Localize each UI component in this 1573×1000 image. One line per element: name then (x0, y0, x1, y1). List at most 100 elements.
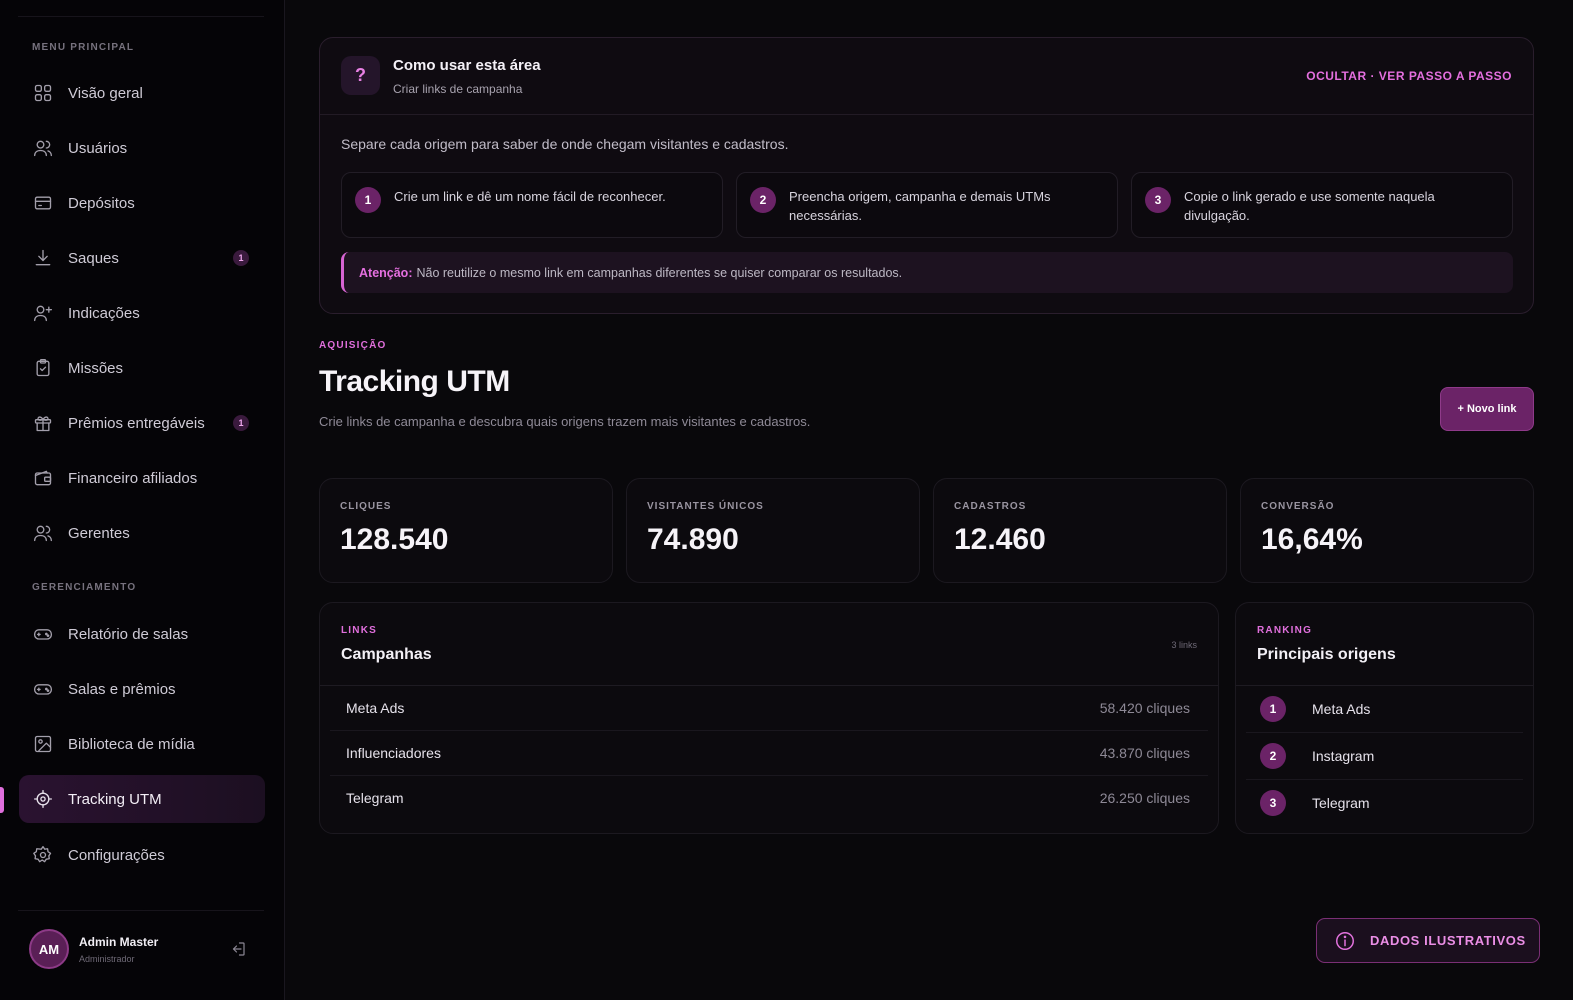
sidebar-item-label: Missões (68, 359, 124, 377)
sidebar-item-tracking-utm[interactable]: Tracking UTM (19, 775, 265, 823)
ranking-panel: RANKING Principais origens 1 Meta Ads 2 … (1235, 602, 1534, 834)
help-subtitle: Criar links de campanha (393, 82, 523, 96)
campaign-name: Telegram (346, 790, 404, 806)
table-row[interactable]: Meta Ads 58.420 cliques (330, 686, 1208, 731)
stat-card-conversion: CONVERSÃO 16,64% (1240, 478, 1534, 583)
illustrative-data-label: DADOS ILUSTRATIVOS (1370, 933, 1526, 948)
campaigns-panel: LINKS Campanhas 3 links Meta Ads 58.420 … (319, 602, 1219, 834)
stat-label: CADASTROS (954, 501, 1027, 512)
help-title: Como usar esta área (393, 57, 541, 74)
sidebar-item-label: Relatório de salas (68, 625, 189, 643)
origin-name: Instagram (1312, 748, 1375, 764)
warning-text: Não reutilize o mesmo link em campanhas … (416, 265, 903, 280)
sidebar-item-configuracoes[interactable]: Configurações (19, 831, 265, 879)
step-text: Crie um link e dê um nome fácil de recon… (394, 189, 666, 204)
sidebar-item-biblioteca-midia[interactable]: Biblioteca de mídia (19, 720, 265, 768)
stat-card-signups: CADASTROS 12.460 (933, 478, 1227, 583)
page-eyebrow: AQUISIÇÃO (319, 340, 387, 351)
download-icon (32, 247, 54, 269)
panel-title: Principais origens (1257, 646, 1396, 663)
stat-card-unique-visitors: VISITANTES ÚNICOS 74.890 (626, 478, 920, 583)
sidebar-item-saques[interactable]: Saques 1 (19, 234, 265, 282)
avatar: AM (29, 929, 69, 969)
stat-label: CONVERSÃO (1261, 501, 1335, 512)
sidebar-item-financeiro-afiliados[interactable]: Financeiro afiliados (19, 454, 265, 502)
stat-label: VISITANTES ÚNICOS (647, 501, 764, 512)
sidebar-item-depositos[interactable]: Depósitos (19, 179, 265, 227)
toggle-help-link[interactable]: OCULTAR · VER PASSO A PASSO (1306, 69, 1512, 83)
table-row[interactable]: Telegram 26.250 cliques (330, 776, 1208, 821)
sidebar-item-label: Prêmios entregáveis (68, 414, 205, 432)
sidebar-item-premios-entregaveis[interactable]: Prêmios entregáveis 1 (19, 399, 265, 447)
sidebar-item-label: Visão geral (68, 84, 143, 102)
help-icon: ? (341, 56, 380, 95)
sidebar-item-salas-premios[interactable]: Salas e prêmios (19, 665, 265, 713)
step-card: 1 Crie um link e dê um nome fácil de rec… (341, 172, 723, 238)
gamepad-icon (32, 623, 54, 645)
sidebar: MENU PRINCIPAL Visão geral Usuários Depó… (0, 0, 285, 1000)
divider (18, 16, 264, 17)
clipboard-icon (32, 357, 54, 379)
step-card: 3 Copie o link gerado e use somente naqu… (1131, 172, 1513, 238)
new-link-button[interactable]: + Novo link (1440, 387, 1534, 431)
list-item: 2 Instagram (1246, 733, 1523, 780)
sidebar-item-indicacoes[interactable]: Indicações (19, 289, 265, 337)
step-text: Preencha origem, campanha e demais UTMs … (789, 189, 1051, 223)
campaign-clicks: 43.870 cliques (1099, 745, 1190, 761)
info-icon (1336, 931, 1354, 950)
stat-value: 16,64% (1261, 523, 1363, 556)
sidebar-item-gerentes[interactable]: Gerentes (19, 509, 265, 557)
image-icon (32, 733, 54, 755)
count-badge: 1 (233, 415, 249, 431)
logout-icon[interactable] (229, 940, 247, 958)
gear-icon (32, 844, 54, 866)
list-item: 3 Telegram (1246, 780, 1523, 827)
origin-name: Meta Ads (1312, 701, 1371, 717)
section-label-main: MENU PRINCIPAL (32, 42, 135, 53)
gift-icon (32, 412, 54, 434)
step-text: Copie o link gerado e use somente naquel… (1184, 189, 1435, 223)
rank-number: 1 (1260, 696, 1286, 722)
table-row[interactable]: Influenciadores 43.870 cliques (330, 731, 1208, 776)
campaign-clicks: 58.420 cliques (1099, 700, 1190, 716)
rank-number: 3 (1260, 790, 1286, 816)
sidebar-item-label: Indicações (68, 304, 140, 322)
warning-callout: Atenção: Não reutilize o mesmo link em c… (341, 252, 1513, 293)
step-number: 3 (1145, 187, 1171, 213)
step-number: 2 (750, 187, 776, 213)
panel-header: LINKS Campanhas 3 links (320, 603, 1218, 686)
page-subtitle: Crie links de campanha e descubra quais … (319, 414, 811, 429)
stat-value: 74.890 (647, 523, 739, 556)
sidebar-item-label: Biblioteca de mídia (68, 735, 195, 753)
campaign-name: Influenciadores (346, 745, 441, 761)
active-indicator (0, 787, 4, 813)
user-profile: AM Admin Master Administrador (29, 929, 158, 969)
help-header: ? Como usar esta área Criar links de cam… (320, 38, 1533, 115)
grid-icon (32, 82, 54, 104)
warning-label: Atenção: (359, 265, 413, 280)
target-icon (32, 788, 54, 810)
list-item: 1 Meta Ads (1246, 686, 1523, 733)
sidebar-item-label: Depósitos (68, 194, 135, 212)
sidebar-item-label: Configurações (68, 846, 165, 864)
sidebar-item-label: Salas e prêmios (68, 680, 176, 698)
sidebar-item-label: Saques (68, 249, 119, 267)
sidebar-item-usuarios[interactable]: Usuários (19, 124, 265, 172)
sidebar-item-label: Tracking UTM (68, 790, 162, 808)
users-icon (32, 522, 54, 544)
user-name: Admin Master (79, 934, 159, 949)
stat-card-clicks: CLIQUES 128.540 (319, 478, 613, 583)
sidebar-item-missoes[interactable]: Missões (19, 344, 265, 392)
divider (18, 910, 264, 911)
wallet-icon (32, 467, 54, 489)
step-number: 1 (355, 187, 381, 213)
campaign-name: Meta Ads (346, 700, 405, 716)
sidebar-item-label: Financeiro afiliados (68, 469, 198, 487)
sidebar-item-visao-geral[interactable]: Visão geral (19, 69, 265, 117)
card-icon (32, 192, 54, 214)
sidebar-item-label: Usuários (68, 139, 128, 157)
sidebar-item-relatorio-salas[interactable]: Relatório de salas (19, 610, 265, 658)
step-card: 2 Preencha origem, campanha e demais UTM… (736, 172, 1118, 238)
panel-title: Campanhas (341, 646, 432, 663)
illustrative-data-button[interactable]: DADOS ILUSTRATIVOS (1316, 918, 1540, 963)
